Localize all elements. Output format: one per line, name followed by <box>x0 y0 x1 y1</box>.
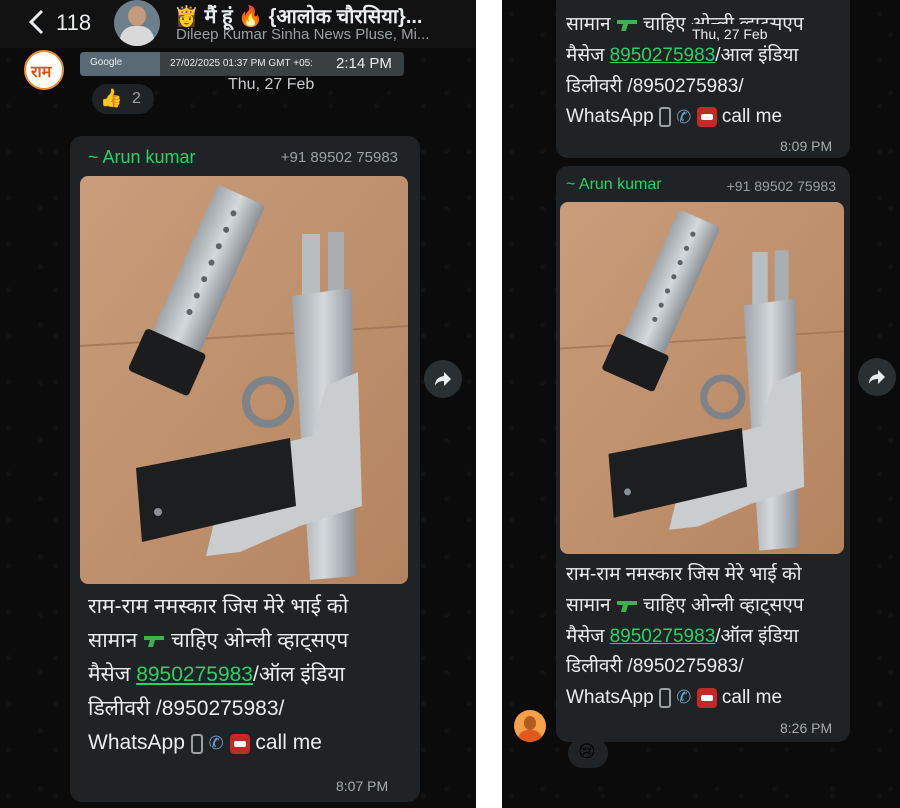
mobile-phone-icon <box>190 733 203 754</box>
gun-image <box>80 176 408 584</box>
message-line-4: डिलीवरी /8950275983/ <box>88 697 285 721</box>
gun-emoji-icon <box>616 19 637 31</box>
right-chat-panel: सामान चाहिए ओन्ली व्हाट्सएप मैसेज 895027… <box>502 0 900 808</box>
group-members[interactable]: Dileep Kumar Sinha News Pluse, Mi... <box>176 26 429 43</box>
sender-phone[interactable]: +91 89502 75983 <box>230 149 398 166</box>
message-text: राम-राम नमस्कार जिस मेरे भाई को सामान चा… <box>88 590 408 760</box>
sender-phone[interactable]: +91 89502 75983 <box>688 178 836 194</box>
forward-arrow-icon <box>435 372 451 386</box>
sender-avatar[interactable]: राम <box>24 50 64 90</box>
previous-message-time: 8:09 PM <box>780 138 833 154</box>
message-line-3: मैसेज 8950275983/ऑल इंडिया <box>566 625 799 647</box>
group-name[interactable]: 👸 मैं हूं 🔥 {आलोक चौरसिया}... <box>174 2 422 29</box>
gun-emoji-icon <box>616 600 637 612</box>
message-line-2: सामान चाहिए ओन्ली व्हाट्सएप <box>88 629 349 653</box>
telephone-receiver-icon: ✆ <box>208 732 224 753</box>
message-line-5: WhatsApp ✆ call me <box>566 683 846 714</box>
reaction-chip[interactable]: 👍 2 <box>92 84 154 114</box>
prev-line-3: डिलीवरी /8950275983/ <box>566 75 744 97</box>
forward-arrow-icon <box>869 370 885 384</box>
back-arrow-icon[interactable] <box>26 8 46 36</box>
mobile-phone-icon <box>658 688 671 709</box>
mobile-phone-icon <box>658 107 671 128</box>
unread-count[interactable]: 118 <box>56 10 91 36</box>
gun-image <box>560 202 844 554</box>
reaction-count: 2 <box>132 90 141 107</box>
phone-link[interactable]: 8950275983 <box>136 663 253 686</box>
group-avatar[interactable] <box>114 0 160 46</box>
prev-phone-link[interactable]: 8950275983 <box>610 45 716 66</box>
left-chat-panel: 118 👸 मैं हूं 🔥 {आलोक चौरसिया}... Dileep… <box>0 0 476 808</box>
telephone-icon <box>229 733 250 754</box>
message-text: राम-राम नमस्कार जिस मेरे भाई को सामान चा… <box>566 560 846 714</box>
message-line-1: राम-राम नमस्कार जिस मेरे भाई को <box>88 595 349 618</box>
crying-face-icon: 😢 <box>578 742 596 761</box>
forward-button[interactable] <box>858 358 896 396</box>
message-line-3: मैसेज 8950275983/ऑल इंडिया <box>88 663 345 687</box>
gun-emoji-icon <box>144 636 165 648</box>
message-line-4: डिलीवरी /8950275983/ <box>566 656 744 678</box>
telephone-receiver-icon: ✆ <box>676 687 692 708</box>
date-chip: Thu, 27 Feb <box>228 76 315 93</box>
date-chip: Thu, 27 Feb <box>684 24 776 44</box>
gun-photo[interactable] <box>560 202 844 554</box>
forward-button[interactable] <box>424 360 462 398</box>
google-watermark: Google <box>90 57 123 68</box>
image-thumbnail-strip[interactable]: Google 27/02/2025 01:37 PM GMT +05: 2:14… <box>80 52 404 76</box>
prev-line-2: मैसेज 8950275983/आल इंडिया <box>566 44 799 66</box>
thumbs-up-icon: 👍 <box>100 88 123 108</box>
telephone-receiver-icon: ✆ <box>676 106 692 127</box>
prev-line-4: WhatsApp ✆ call me <box>566 102 804 133</box>
reaction-chip[interactable]: 😢 <box>568 738 608 768</box>
sender-name[interactable]: ~ Arun kumar <box>566 176 662 194</box>
strip-time: 2:14 PM <box>336 55 392 72</box>
telephone-icon <box>696 107 717 128</box>
message-line-1: राम-राम नमस्कार जिस मेरे भाई को <box>566 564 802 585</box>
photo-timestamp: 27/02/2025 01:37 PM GMT +05: <box>170 58 313 69</box>
chat-header: 118 👸 मैं हूं 🔥 {आलोक चौरसिया}... Dileep… <box>0 0 476 48</box>
telephone-icon <box>696 688 717 709</box>
gun-photo[interactable] <box>80 176 408 584</box>
message-time: 8:26 PM <box>780 720 833 736</box>
message-time: 8:07 PM <box>336 778 389 794</box>
sender-avatar[interactable] <box>514 710 546 742</box>
sender-name[interactable]: ~ Arun kumar <box>88 147 196 168</box>
message-line-5: WhatsApp ✆ call me <box>88 726 408 760</box>
phone-link[interactable]: 8950275983 <box>610 626 716 647</box>
message-line-2: सामान चाहिए ओन्ली व्हाट्सएप <box>566 594 804 616</box>
